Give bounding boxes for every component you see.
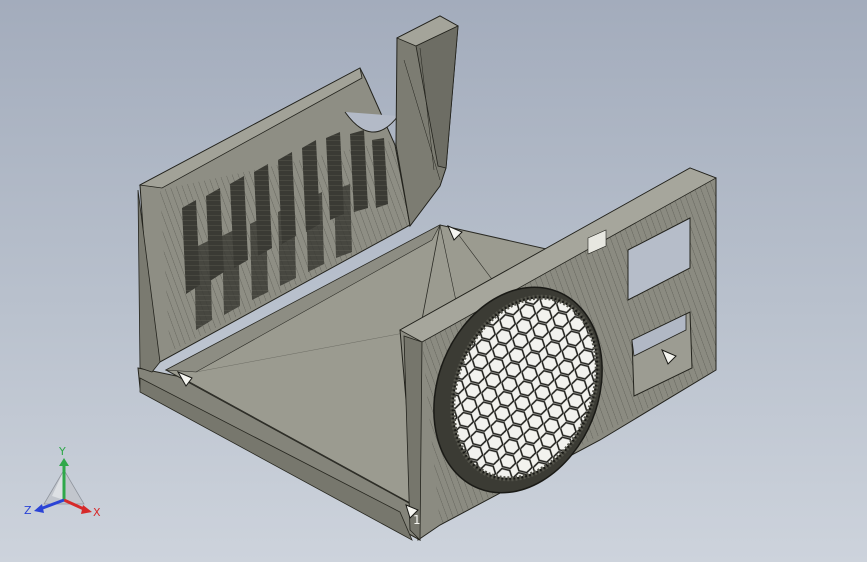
cad-viewport[interactable]: 1 Y X Z	[0, 0, 867, 562]
rear-post	[395, 15, 459, 228]
y-axis-label: Y	[58, 445, 66, 458]
z-axis-label: Z	[24, 504, 32, 517]
corner-marker-label: 1	[413, 513, 421, 527]
x-axis-label: X	[93, 506, 101, 519]
orientation-triad[interactable]: Y X Z	[22, 444, 106, 524]
model-view[interactable]: 1	[0, 0, 867, 562]
